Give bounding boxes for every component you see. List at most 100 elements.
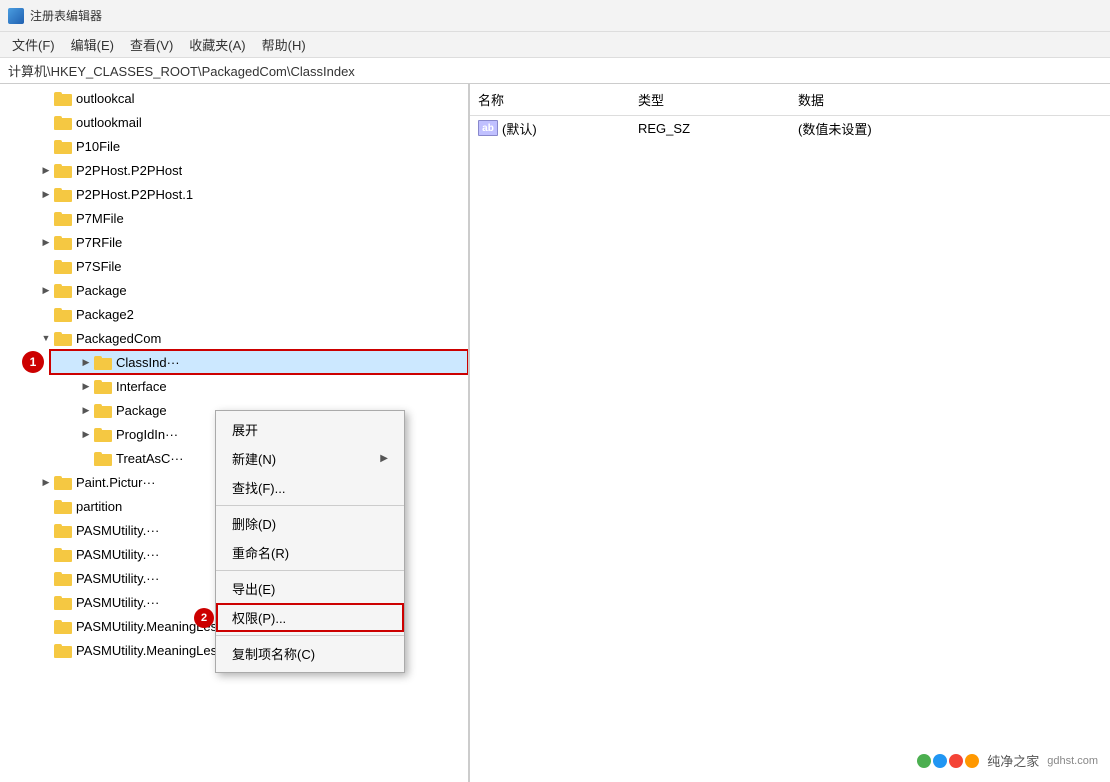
menu-favorites[interactable]: 收藏夹(A) (181, 33, 253, 56)
menu-edit[interactable]: 编辑(E) (63, 33, 122, 56)
ctx-separator (216, 505, 404, 506)
title-bar: 注册表编辑器 (0, 0, 1110, 32)
logo-dot-orange (965, 754, 979, 768)
tree-item[interactable]: ▶ Package (30, 278, 468, 302)
folder-icon (54, 210, 72, 226)
tree-item-classindex[interactable]: 1 ▶ ClassInd··· (50, 350, 468, 374)
expand-icon (38, 642, 54, 658)
ctx-delete[interactable]: 删除(D) (216, 509, 404, 538)
tree-label: TreatAsC··· (116, 451, 183, 466)
folder-icon (94, 450, 112, 466)
menu-bar: 文件(F) 编辑(E) 查看(V) 收藏夹(A) 帮助(H) (0, 32, 1110, 58)
tree-item[interactable]: P7SFile (30, 254, 468, 278)
folder-icon (54, 162, 72, 178)
context-menu: 展开 新建(N) ▶ 查找(F)... 删除(D) 重命名(R) 导出(E) 2… (215, 410, 405, 673)
tree-item[interactable]: ▶ P2PHost.P2PHost (30, 158, 468, 182)
expand-icon (78, 450, 94, 466)
ctx-find[interactable]: 查找(F)... (216, 473, 404, 502)
menu-help[interactable]: 帮助(H) (254, 33, 314, 56)
right-data-row[interactable]: ab (默认) REG_SZ (数值未设置) (470, 116, 1110, 140)
tree-label: ProgIdIn··· (116, 427, 178, 442)
folder-icon (54, 642, 72, 658)
tree-item[interactable]: P7MFile (30, 206, 468, 230)
folder-icon (54, 138, 72, 154)
expand-icon (38, 90, 54, 106)
tree-label: Interface (116, 379, 167, 394)
folder-icon (94, 354, 112, 370)
badge-1: 1 (22, 351, 44, 373)
ctx-permission[interactable]: 2 权限(P)... (216, 603, 404, 632)
right-panel: 名称 类型 数据 ab (默认) REG_SZ (数值未设置) (470, 84, 1110, 782)
tree-item[interactable]: Package2 (30, 302, 468, 326)
expand-icon: ▶ (38, 282, 54, 298)
ctx-rename[interactable]: 重命名(R) (216, 538, 404, 567)
tree-item[interactable]: outlookcal (30, 86, 468, 110)
expand-icon (38, 258, 54, 274)
tree-label: P7RFile (76, 235, 122, 250)
tree-item[interactable]: P10File (30, 134, 468, 158)
folder-icon (54, 114, 72, 130)
tree-label: PackagedCom (76, 331, 161, 346)
tree-label: Package (76, 283, 127, 298)
tree-label: Paint.Pictur··· (76, 475, 155, 490)
right-header: 名称 类型 数据 (470, 84, 1110, 116)
expand-icon (38, 594, 54, 610)
tree-item[interactable]: outlookmail (30, 110, 468, 134)
tree-label: Package (116, 403, 167, 418)
col-data: 数据 (790, 88, 1110, 111)
tree-item-packagedcom[interactable]: ▼ PackagedCom (30, 326, 468, 350)
ctx-export[interactable]: 导出(E) (216, 574, 404, 603)
expand-icon: ▶ (78, 354, 94, 370)
expand-icon: ▶ (78, 402, 94, 418)
folder-icon (54, 546, 72, 562)
reg-type-icon: ab (478, 120, 498, 136)
watermark-url: gdhst.com (1047, 755, 1098, 767)
col-name: 名称 (470, 88, 630, 111)
folder-icon (94, 426, 112, 442)
tree-label: PASMUtility.··· (76, 571, 159, 586)
ctx-expand[interactable]: 展开 (216, 415, 404, 444)
tree-label: P10File (76, 139, 120, 154)
expand-icon: ▶ (38, 186, 54, 202)
watermark-text: 纯净之家 (987, 751, 1039, 770)
expand-icon (38, 498, 54, 514)
watermark: 纯净之家 gdhst.com (917, 751, 1098, 770)
tree-label: P7SFile (76, 259, 122, 274)
tree-item[interactable]: ▶ P2PHost.P2PHost.1 (30, 182, 468, 206)
expand-icon (38, 522, 54, 538)
logo-dot-blue (933, 754, 947, 768)
menu-view[interactable]: 查看(V) (122, 33, 181, 56)
watermark-logo (917, 754, 979, 768)
tree-label: P2PHost.P2PHost (76, 163, 182, 178)
expand-icon (38, 570, 54, 586)
folder-icon (54, 234, 72, 250)
col-type: 类型 (630, 88, 790, 111)
tree-label: outlookcal (76, 91, 135, 106)
reg-type-cell: REG_SZ (630, 119, 790, 138)
expand-icon (38, 618, 54, 634)
expand-icon (38, 546, 54, 562)
expand-icon (38, 306, 54, 322)
expand-icon: ▼ (38, 330, 54, 346)
ctx-copy-name[interactable]: 复制项名称(C) (216, 639, 404, 668)
folder-icon (54, 186, 72, 202)
menu-file[interactable]: 文件(F) (4, 33, 63, 56)
folder-icon (54, 330, 72, 346)
tree-label: P7MFile (76, 211, 124, 226)
expand-icon (38, 138, 54, 154)
ctx-new[interactable]: 新建(N) ▶ (216, 444, 404, 473)
tree-item[interactable]: ▶ P7RFile (30, 230, 468, 254)
title-bar-text: 注册表编辑器 (30, 7, 102, 24)
address-path: 计算机\HKEY_CLASSES_ROOT\PackagedCom\ClassI… (8, 61, 355, 80)
tree-item-interface[interactable]: ▶ Interface (50, 374, 468, 398)
expand-icon: ▶ (38, 234, 54, 250)
reg-data-cell: (数值未设置) (790, 117, 1110, 140)
tree-label: outlookmail (76, 115, 142, 130)
tree-label: ClassInd··· (116, 355, 180, 370)
expand-icon (38, 210, 54, 226)
ctx-separator (216, 570, 404, 571)
folder-icon (54, 618, 72, 634)
folder-icon (94, 402, 112, 418)
reg-name-label: (默认) (502, 119, 537, 138)
folder-icon (54, 474, 72, 490)
